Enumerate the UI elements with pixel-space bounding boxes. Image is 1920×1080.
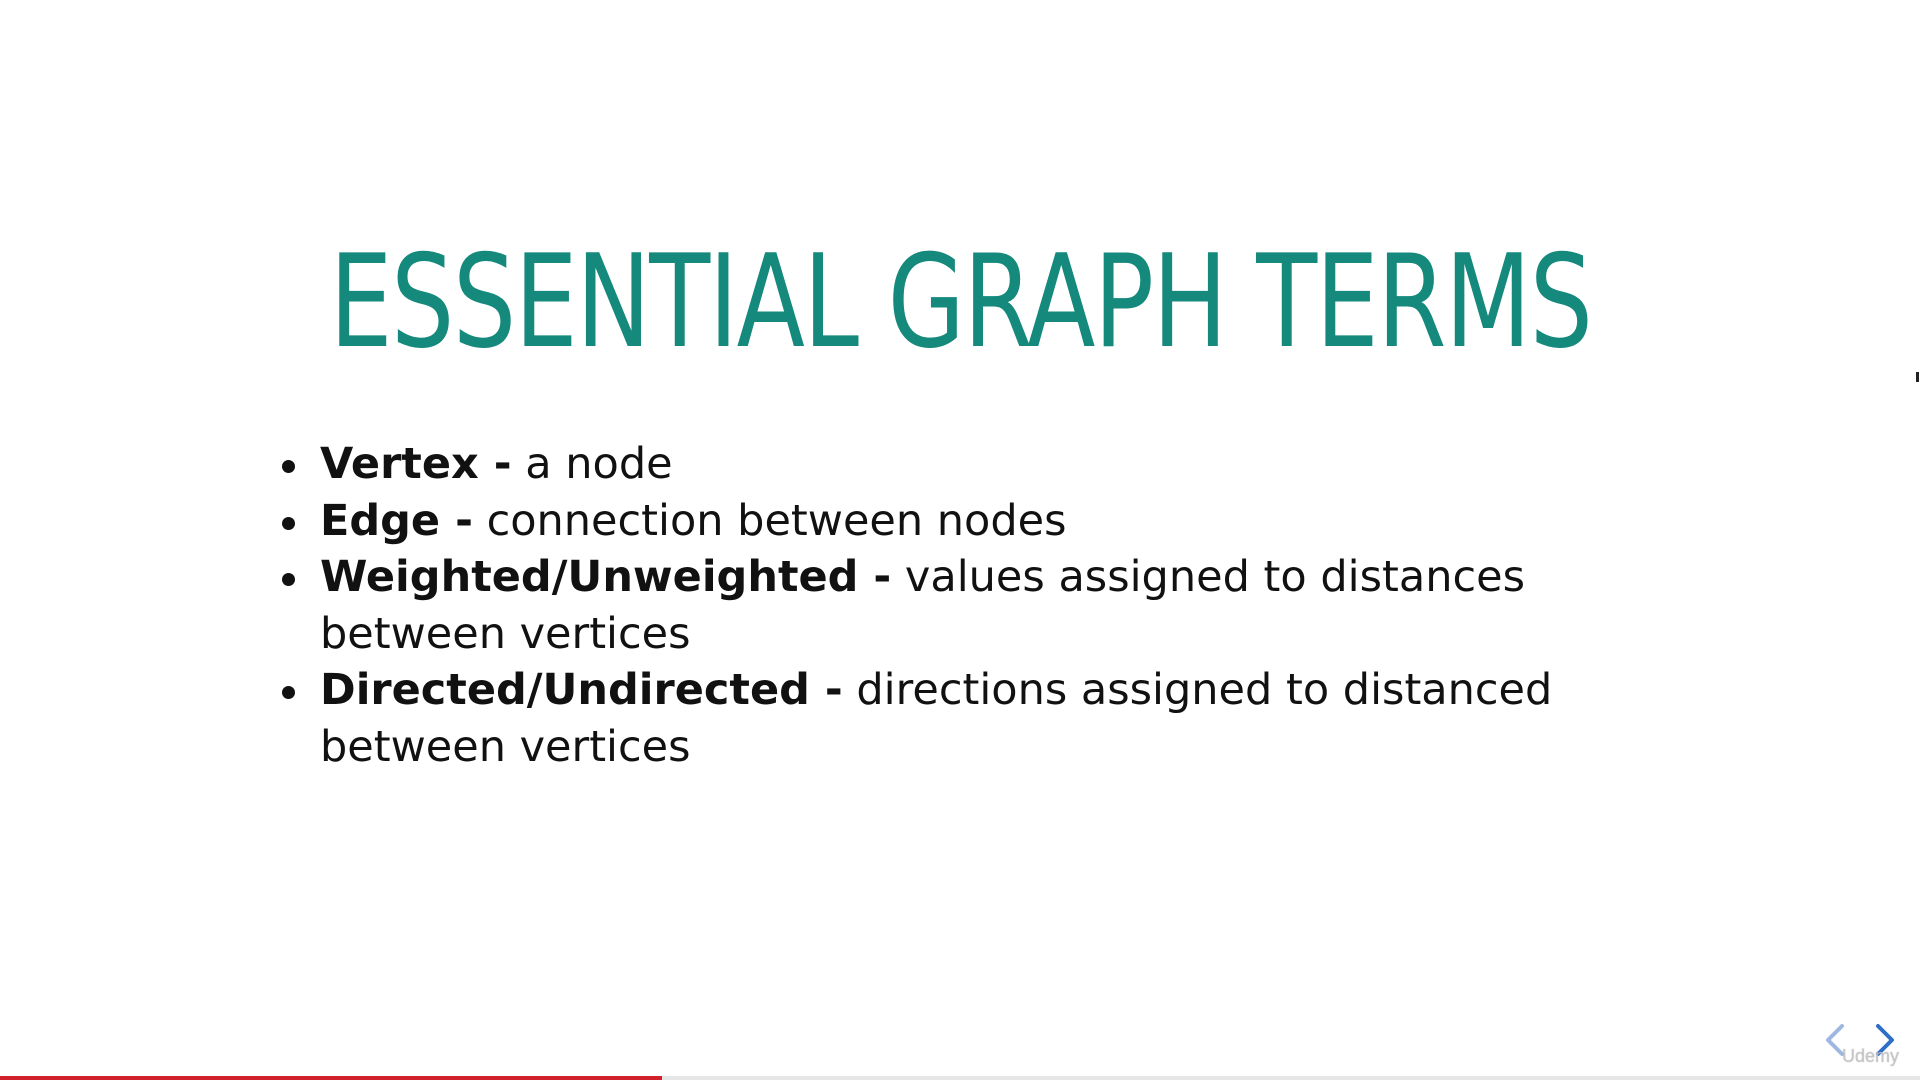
bullet-item-directed: Directed/Undirected - directions assigne… (282, 662, 1652, 775)
slide-title: ESSENTIAL GRAPH TERMS (329, 228, 1592, 377)
bullet-term: Directed/Undirected - (320, 665, 843, 715)
bullet-term: Weighted/Unweighted - (320, 552, 892, 602)
bullet-description: a node (511, 439, 673, 489)
progress-bar[interactable] (0, 1076, 1920, 1080)
bullet-list: Vertex - a node Edge - connection betwee… (282, 436, 1652, 775)
bullet-term: Vertex - (320, 439, 512, 489)
udemy-watermark: Udemy (1842, 1046, 1900, 1066)
bullet-term: Edge - (320, 495, 473, 546)
bullet-description: connection between nodes (472, 495, 1067, 546)
bullet-item-weighted: Weighted/Unweighted - values assigned to… (282, 549, 1652, 662)
slide: ESSENTIAL GRAPH TERMS Vertex - a node Ed… (0, 0, 1920, 1080)
bullet-item-vertex: Vertex - a node (282, 436, 1652, 493)
cursor-mark (1916, 372, 1919, 382)
progress-bar-fill (0, 1076, 663, 1080)
bullet-item-edge: Edge - connection between nodes (282, 493, 1652, 550)
